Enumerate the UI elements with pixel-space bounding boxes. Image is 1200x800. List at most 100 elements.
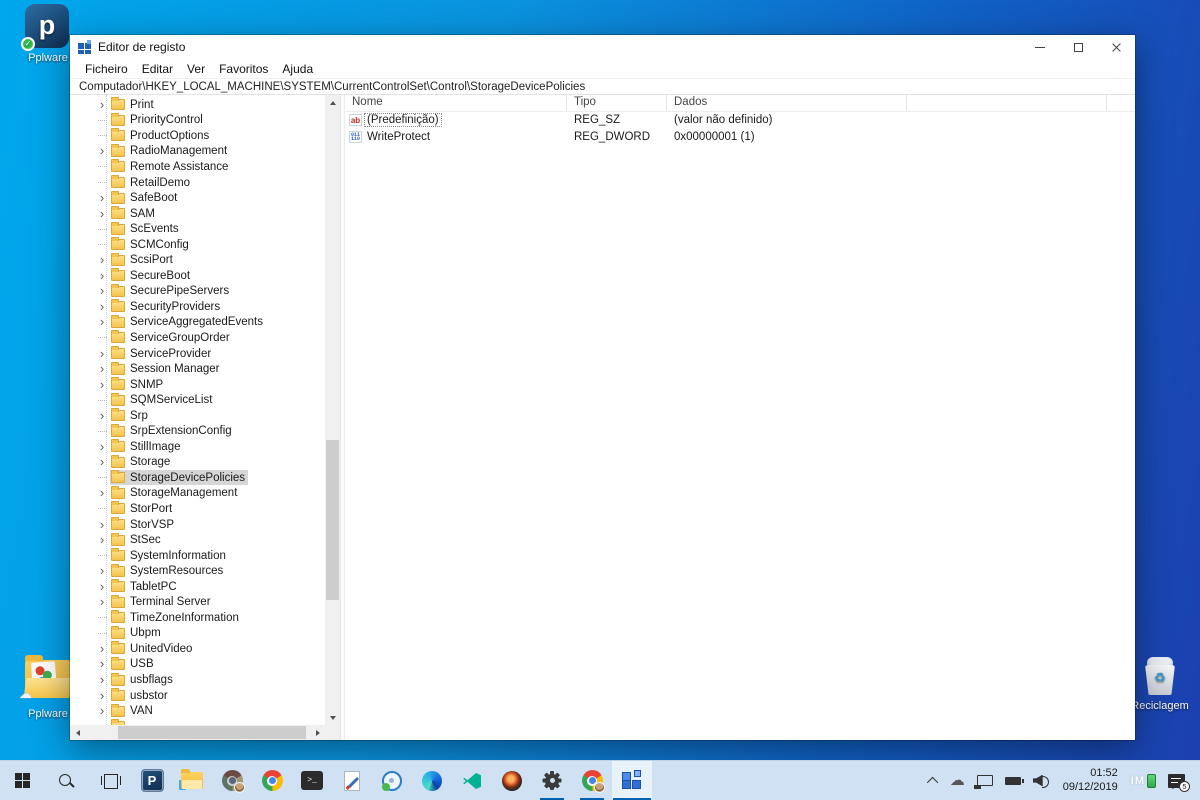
tree-item[interactable]: Session Manager [70, 361, 325, 377]
tree-item[interactable]: StorageManagement [70, 485, 325, 502]
expand-chevron-icon[interactable] [94, 431, 110, 432]
tree-item[interactable]: usbflags [70, 672, 325, 688]
expand-chevron-icon[interactable] [94, 271, 110, 281]
expand-chevron-icon[interactable] [94, 244, 110, 245]
scroll-right-button[interactable] [310, 725, 325, 740]
expand-chevron-icon[interactable] [94, 120, 110, 121]
expand-chevron-icon[interactable] [94, 255, 110, 265]
menu-ficheiro[interactable]: Ficheiro [78, 62, 135, 76]
tree-item[interactable]: SCMConfig [70, 237, 325, 253]
tree-item[interactable]: Srp [70, 408, 325, 424]
scroll-down-button[interactable] [325, 710, 340, 725]
notification-center-button[interactable]: 5 [1162, 761, 1191, 800]
expand-chevron-icon[interactable] [94, 555, 110, 556]
expand-chevron-icon[interactable] [94, 566, 110, 576]
tray-ime-indicator[interactable]: IM [1125, 773, 1162, 788]
menu-favoritos[interactable]: Favoritos [212, 62, 275, 76]
expand-chevron-icon[interactable] [94, 488, 110, 498]
tree-item[interactable]: SystemResources [70, 563, 325, 579]
taskbar-terminal-button[interactable]: >_ [292, 761, 332, 800]
tree-item[interactable]: StorageDevicePolicies [70, 470, 325, 486]
tree-item[interactable]: StorPort [70, 501, 325, 517]
titlebar[interactable]: Editor de registo [70, 35, 1135, 59]
expand-chevron-icon[interactable] [94, 166, 110, 167]
tray-battery-button[interactable] [999, 761, 1027, 800]
column-header-dados[interactable]: Dados [667, 95, 907, 111]
tree-item[interactable]: SAM [70, 206, 325, 222]
tree-item[interactable]: ServiceGroupOrder [70, 330, 325, 346]
tree-item[interactable]: Print [70, 97, 325, 113]
expand-chevron-icon[interactable] [94, 706, 110, 716]
expand-chevron-icon[interactable] [94, 535, 110, 545]
expand-chevron-icon[interactable] [94, 229, 110, 230]
tree-item[interactable]: Ubpm [70, 625, 325, 642]
tree-item[interactable]: Remote Assistance [70, 159, 325, 175]
tree-item[interactable]: SecurityProviders [70, 299, 325, 315]
tree-item[interactable]: StSec [70, 532, 325, 548]
taskbar-registry-editor-button[interactable] [612, 761, 652, 800]
expand-chevron-icon[interactable] [94, 411, 110, 421]
tree-item[interactable]: Storage [70, 454, 325, 471]
expand-chevron-icon[interactable] [94, 508, 110, 509]
maximize-button[interactable] [1059, 35, 1097, 59]
tree-item[interactable]: SecurePipeServers [70, 283, 325, 300]
expand-chevron-icon[interactable] [94, 182, 110, 183]
taskbar-clock[interactable]: 01:52 09/12/2019 [1056, 767, 1125, 795]
expand-chevron-icon[interactable] [94, 193, 110, 203]
address-bar[interactable]: Computador\HKEY_LOCAL_MACHINE\SYSTEM\Cur… [70, 78, 1135, 95]
tree-item[interactable]: ProductOptions [70, 128, 325, 144]
tree-item[interactable]: SecureBoot [70, 268, 325, 284]
tree-item[interactable]: usbstor [70, 688, 325, 704]
tree-item[interactable]: ServiceAggregatedEvents [70, 314, 325, 331]
task-view-button[interactable] [88, 761, 132, 800]
taskbar-dark-orb-app-button[interactable] [492, 761, 532, 800]
horizontal-scroll-thumb[interactable] [118, 726, 306, 739]
expand-chevron-icon[interactable] [94, 286, 110, 296]
expand-chevron-icon[interactable] [94, 364, 110, 374]
tree-item[interactable]: SNMP [70, 377, 325, 393]
taskbar-vscode-button[interactable] [452, 761, 492, 800]
tree-item[interactable]: SystemInformation [70, 548, 325, 564]
menu-editar[interactable]: Editar [135, 62, 180, 76]
search-button[interactable] [44, 761, 88, 800]
scroll-up-button[interactable] [325, 95, 340, 110]
expand-chevron-icon[interactable] [94, 400, 110, 401]
menu-ajuda[interactable]: Ajuda [275, 62, 320, 76]
tree-item[interactable]: SafeBoot [70, 190, 325, 206]
expand-chevron-icon[interactable] [94, 100, 110, 110]
expand-chevron-icon[interactable] [94, 644, 110, 654]
taskbar-edge-button[interactable] [412, 761, 452, 800]
taskbar-pplware-button[interactable]: P [132, 761, 172, 800]
expand-chevron-icon[interactable] [94, 302, 110, 312]
column-header-nome[interactable]: Nome [345, 95, 567, 111]
tree-horizontal-scrollbar[interactable] [70, 725, 325, 740]
expand-chevron-icon[interactable] [94, 317, 110, 327]
tree-item[interactable]: Terminal Server [70, 594, 325, 611]
tree-item[interactable]: ScEvents [70, 221, 325, 237]
tree-item[interactable]: ScsiPort [70, 252, 325, 268]
expand-chevron-icon[interactable] [94, 582, 110, 592]
close-button[interactable] [1097, 35, 1135, 59]
expand-chevron-icon[interactable] [94, 146, 110, 156]
expand-chevron-icon[interactable] [94, 349, 110, 359]
tree-item[interactable]: RadioManagement [70, 143, 325, 160]
tree-item[interactable]: TimeZoneInformation [70, 610, 325, 626]
expand-chevron-icon[interactable] [94, 659, 110, 669]
column-header-tipo[interactable]: Tipo [567, 95, 667, 111]
expand-chevron-icon[interactable] [94, 442, 110, 452]
taskbar-chrome-profile-button[interactable] [212, 761, 252, 800]
taskbar-file-explorer-button[interactable] [172, 761, 212, 800]
taskbar-chrome-button[interactable] [252, 761, 292, 800]
vertical-scroll-thumb[interactable] [326, 440, 339, 600]
expand-chevron-icon[interactable] [94, 675, 110, 685]
tree-item[interactable]: ServiceProvider [70, 346, 325, 362]
expand-chevron-icon[interactable] [94, 209, 110, 219]
tree-item[interactable]: VAN [70, 703, 325, 719]
expand-chevron-icon[interactable] [94, 337, 110, 338]
tree-item[interactable]: StillImage [70, 439, 325, 455]
menu-ver[interactable]: Ver [180, 62, 212, 76]
taskbar-disc-app-button[interactable] [372, 761, 412, 800]
tree-item[interactable]: SrpExtensionConfig [70, 423, 325, 439]
registry-value-row[interactable]: (Predefinição) REG_SZ (valor não definid… [345, 112, 1135, 129]
expand-chevron-icon[interactable] [94, 597, 110, 607]
